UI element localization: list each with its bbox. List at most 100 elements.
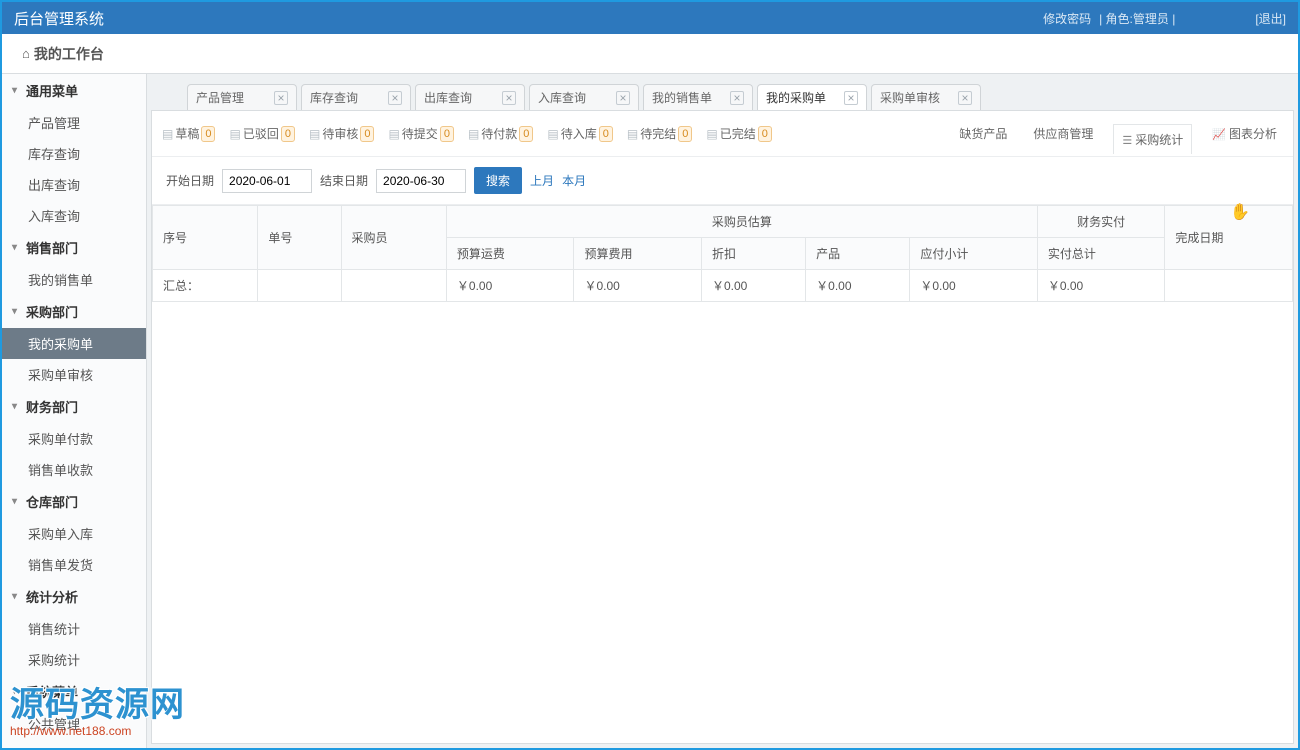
page-tabs: 产品管理×库存查询×出库查询×入库查询×我的销售单×我的采购单×采购单审核× [147, 80, 1298, 110]
search-bar: 开始日期 结束日期 搜索 上月 本月 [152, 157, 1293, 205]
page-tab[interactable]: 采购单审核 × [871, 84, 981, 110]
status-label: 待审核 [322, 125, 358, 142]
page-tab[interactable]: 产品管理 × [187, 84, 297, 110]
sidebar-item-sales-ship[interactable]: 销售单发货 [2, 549, 146, 580]
sidebar-item-product[interactable]: 产品管理 [2, 107, 146, 138]
status-badge: 0 [519, 126, 533, 142]
status-label: 待付款 [481, 125, 517, 142]
doc-icon: ▤ [547, 127, 558, 141]
tab-workbench[interactable]: ⌂ 我的工作台 [10, 38, 116, 70]
sum-budget: ￥0.00 [574, 270, 702, 302]
col-seq: 序号 [153, 206, 258, 270]
close-icon[interactable]: × [844, 91, 858, 105]
status-filter[interactable]: ▤已完结0 [706, 125, 771, 142]
sidebar-item-my-sales[interactable]: 我的销售单 [2, 264, 146, 295]
chevron-down-icon: ▾ [12, 242, 22, 253]
sidebar-group-common[interactable]: ▾通用菜单 [2, 74, 146, 107]
col-product: 产品 [806, 238, 910, 270]
status-badge: 0 [678, 126, 692, 142]
sidebar-group-system[interactable]: ▾系统菜单 [2, 675, 146, 708]
col-discount: 折扣 [702, 238, 806, 270]
chart-icon: 📈 [1212, 129, 1226, 141]
page-tab-label: 入库查询 [538, 89, 586, 106]
col-subtotal: 应付小计 [910, 238, 1038, 270]
sidebar-item-public-mgmt[interactable]: 公共管理 [2, 708, 146, 739]
sidebar-item-stock[interactable]: 库存查询 [2, 138, 146, 169]
app-title: 后台管理系统 [14, 8, 104, 29]
summary-label: 汇总： [153, 270, 258, 302]
start-date-label: 开始日期 [166, 172, 214, 189]
page-tab-label: 我的销售单 [652, 89, 712, 106]
sum-subtotal: ￥0.00 [910, 270, 1038, 302]
sidebar-group-finance[interactable]: ▾财务部门 [2, 390, 146, 423]
close-icon[interactable]: × [958, 91, 972, 105]
close-icon[interactable]: × [274, 91, 288, 105]
end-date-input[interactable] [376, 169, 466, 193]
change-password-link[interactable]: 修改密码 [1043, 10, 1091, 27]
status-filter[interactable]: ▤已驳回0 [229, 125, 294, 142]
this-month-link[interactable]: 本月 [562, 172, 586, 189]
page-tab[interactable]: 库存查询× [301, 84, 411, 110]
sidebar-item-purchase-stats[interactable]: 采购统计 [2, 644, 146, 675]
result-table-wrap: 序号 单号 采购员 采购员估算 财务实付 完成日期 预算运费 预算费用 折扣 产… [152, 205, 1293, 302]
top-bar: 后台管理系统 修改密码 | 角色:管理员 | [退出] [2, 2, 1298, 34]
status-badge: 0 [758, 126, 772, 142]
content-panel: ▤草稿0▤已驳回0▤待审核0▤待提交0▤待付款0▤待入库0▤待完结0▤已完结0 … [151, 110, 1294, 744]
page-tab[interactable]: 我的采购单 × [757, 84, 867, 110]
page-tab[interactable]: 入库查询 × [529, 84, 639, 110]
status-filter[interactable]: ▤待入库0 [547, 125, 612, 142]
status-filter[interactable]: ▤待提交0 [388, 125, 453, 142]
col-done: 完成日期 [1165, 206, 1293, 270]
col-paid: 实付总计 [1037, 238, 1165, 270]
status-filter[interactable]: ▤待审核0 [309, 125, 374, 142]
sidebar-item-my-purchase[interactable]: 我的采购单 [2, 328, 146, 359]
status-filter[interactable]: ▤待付款0 [468, 125, 533, 142]
home-icon: ⌂ [22, 46, 30, 61]
page-tab-label: 我的采购单 [766, 89, 826, 106]
sidebar-item-sales-stats[interactable]: 销售统计 [2, 613, 146, 644]
sidebar-item-outbound[interactable]: 出库查询 [2, 169, 146, 200]
page-tab[interactable]: 我的销售单 × [643, 84, 753, 110]
close-icon[interactable]: × [502, 91, 516, 105]
sum-shipcost: ￥0.00 [446, 270, 574, 302]
doc-icon: ▤ [468, 127, 479, 141]
role-label: | 角色:管理员 | [1099, 10, 1175, 27]
status-label: 已驳回 [243, 125, 279, 142]
sidebar-item-sales-receive[interactable]: 销售单收款 [2, 454, 146, 485]
status-filter[interactable]: ▤待完结0 [627, 125, 692, 142]
sidebar-group-warehouse[interactable]: ▾仓库部门 [2, 485, 146, 518]
result-table: 序号 单号 采购员 采购员估算 财务实付 完成日期 预算运费 预算费用 折扣 产… [152, 205, 1293, 302]
logout-link[interactable]: [退出] [1255, 10, 1286, 27]
close-icon[interactable]: × [388, 91, 402, 105]
status-filter[interactable]: ▤草稿0 [162, 125, 215, 142]
sidebar-item-purchase-review[interactable]: 采购单审核 [2, 359, 146, 390]
status-badge: 0 [281, 126, 295, 142]
sidebar-item-purchase-in[interactable]: 采购单入库 [2, 518, 146, 549]
chevron-down-icon: ▾ [12, 686, 22, 697]
search-button[interactable]: 搜索 [474, 167, 522, 194]
link-shortage[interactable]: 缺货产品 [953, 121, 1013, 146]
tab-workbench-label: 我的工作台 [34, 44, 104, 64]
page-tab-label: 出库查询 [424, 89, 472, 106]
close-icon[interactable]: × [616, 91, 630, 105]
status-badge: 0 [360, 126, 374, 142]
sidebar-item-purchase-pay[interactable]: 采购单付款 [2, 423, 146, 454]
status-label: 待完结 [640, 125, 676, 142]
link-chart-analysis[interactable]: 📈图表分析 [1206, 121, 1283, 146]
sidebar-item-inbound[interactable]: 入库查询 [2, 200, 146, 231]
link-purchase-stats[interactable]: ☰采购统计 [1113, 124, 1192, 154]
sidebar-group-sales[interactable]: ▾销售部门 [2, 231, 146, 264]
col-group-estimate: 采购员估算 [446, 206, 1037, 238]
start-date-input[interactable] [222, 169, 312, 193]
sidebar-group-stats[interactable]: ▾统计分析 [2, 580, 146, 613]
page-tab[interactable]: 出库查询 × [415, 84, 525, 110]
status-badge: 0 [201, 126, 215, 142]
last-month-link[interactable]: 上月 [530, 172, 554, 189]
sidebar-item-user-mgmt[interactable]: 用户管理 [2, 739, 146, 748]
link-supplier[interactable]: 供应商管理 [1027, 121, 1099, 146]
doc-icon: ▤ [229, 127, 240, 141]
close-icon[interactable]: × [730, 91, 744, 105]
page-tab-label: 产品管理 [196, 89, 244, 106]
page-tab-label: 采购单审核 [880, 89, 940, 106]
sidebar-group-purchase[interactable]: ▾采购部门 [2, 295, 146, 328]
